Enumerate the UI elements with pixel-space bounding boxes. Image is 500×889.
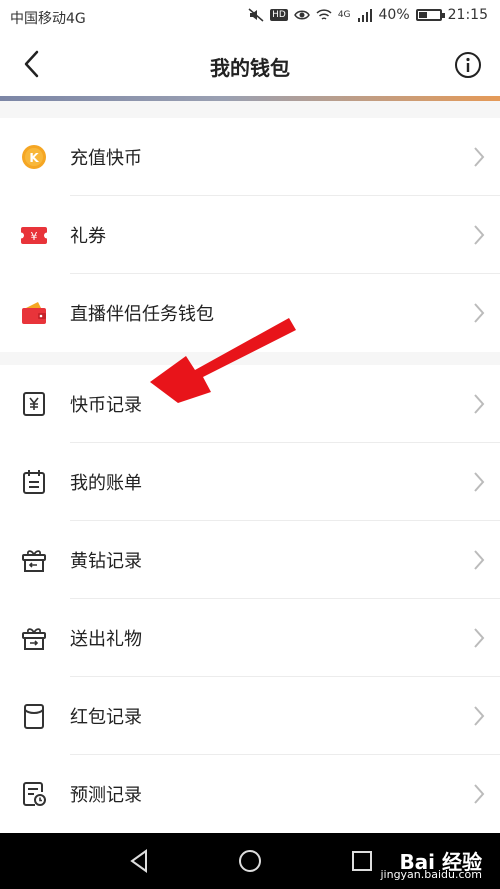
chevron-right-icon	[474, 550, 485, 570]
battery-icon	[415, 9, 445, 21]
carrier-label: 中国移动4G	[10, 11, 86, 27]
svg-text:K: K	[29, 151, 39, 165]
chevron-right-icon	[474, 394, 485, 414]
list-item-label: 直播伴侣任务钱包	[70, 304, 214, 325]
list-item-label: 预测记录	[70, 785, 142, 806]
list-item-label: 红包记录	[70, 707, 142, 728]
list-item-label: 送出礼物	[70, 629, 142, 650]
header-gradient-bar	[0, 96, 500, 101]
bill-icon	[23, 470, 45, 494]
svg-text:¥: ¥	[31, 230, 38, 243]
list-item-my-bill[interactable]: 我的账单	[0, 443, 500, 521]
wallet-icon	[22, 302, 46, 324]
list-item-label: 礼券	[70, 226, 106, 247]
list-item-label: 黄钻记录	[70, 551, 142, 572]
list-item-yellow-diamond[interactable]: 黄钻记录	[0, 521, 500, 599]
status-bar: 中国移动4G HD 4G 40% 21:15	[0, 0, 500, 34]
clock: 21:15	[447, 7, 488, 23]
list-item-red-packet[interactable]: 红包记录	[0, 677, 500, 755]
info-icon[interactable]	[454, 51, 482, 79]
chevron-right-icon	[474, 147, 485, 167]
list-item-label: 充值快币	[70, 148, 142, 169]
wallet-section-primary: K 充值快币 ¥ 礼券 直播伴侣任务钱包	[0, 118, 500, 352]
list-item-task-wallet[interactable]: 直播伴侣任务钱包	[0, 274, 500, 352]
list-item-forecast[interactable]: 预测记录	[0, 755, 500, 833]
page-title: 我的钱包	[210, 56, 290, 80]
nav-home-icon[interactable]	[236, 847, 264, 875]
wifi-icon	[316, 9, 332, 20]
signal-icon	[357, 9, 372, 22]
chevron-right-icon	[474, 225, 485, 245]
yuan-record-icon	[23, 392, 45, 416]
list-item-coupon[interactable]: ¥ 礼券	[0, 196, 500, 274]
chevron-right-icon	[474, 784, 485, 804]
list-item-label: 快币记录	[70, 395, 142, 416]
kuaibi-coin-icon: K	[22, 145, 46, 169]
list-item-recharge[interactable]: K 充值快币	[0, 118, 500, 196]
watermark-sub: jingyan.baidu.com	[380, 868, 482, 881]
nav-recents-icon[interactable]	[348, 847, 376, 875]
list-item-label: 我的账单	[70, 473, 142, 494]
list-item-kuaibi-record[interactable]: 快币记录	[0, 365, 500, 443]
status-icons: HD 4G 40% 21:15	[248, 7, 488, 23]
eye-icon	[293, 10, 310, 20]
red-packet-icon	[24, 704, 44, 729]
header: 我的钱包	[0, 34, 500, 96]
battery-fill	[418, 12, 427, 18]
list-item-sent-gifts[interactable]: 送出礼物	[0, 599, 500, 677]
nav-back-icon[interactable]	[126, 847, 154, 875]
gift-box-out-icon	[22, 628, 46, 650]
baidu-jingyan-watermark: Bai 经验 jingyan.baidu.com	[380, 846, 482, 881]
forecast-icon	[23, 782, 46, 806]
mute-icon	[248, 8, 264, 22]
chevron-right-icon	[474, 303, 485, 323]
coupon-icon: ¥	[20, 227, 48, 244]
chevron-right-icon	[474, 472, 485, 492]
hd-badge: HD	[270, 9, 288, 21]
gift-box-in-icon	[22, 550, 46, 572]
battery-percent: 40%	[378, 7, 410, 23]
network-type: 4G	[337, 10, 351, 20]
wallet-section-records: 快币记录 我的账单 黄钻记录 送出礼物 红包记录 预测记录	[0, 365, 500, 833]
chevron-right-icon	[474, 628, 485, 648]
chevron-right-icon	[474, 706, 485, 726]
